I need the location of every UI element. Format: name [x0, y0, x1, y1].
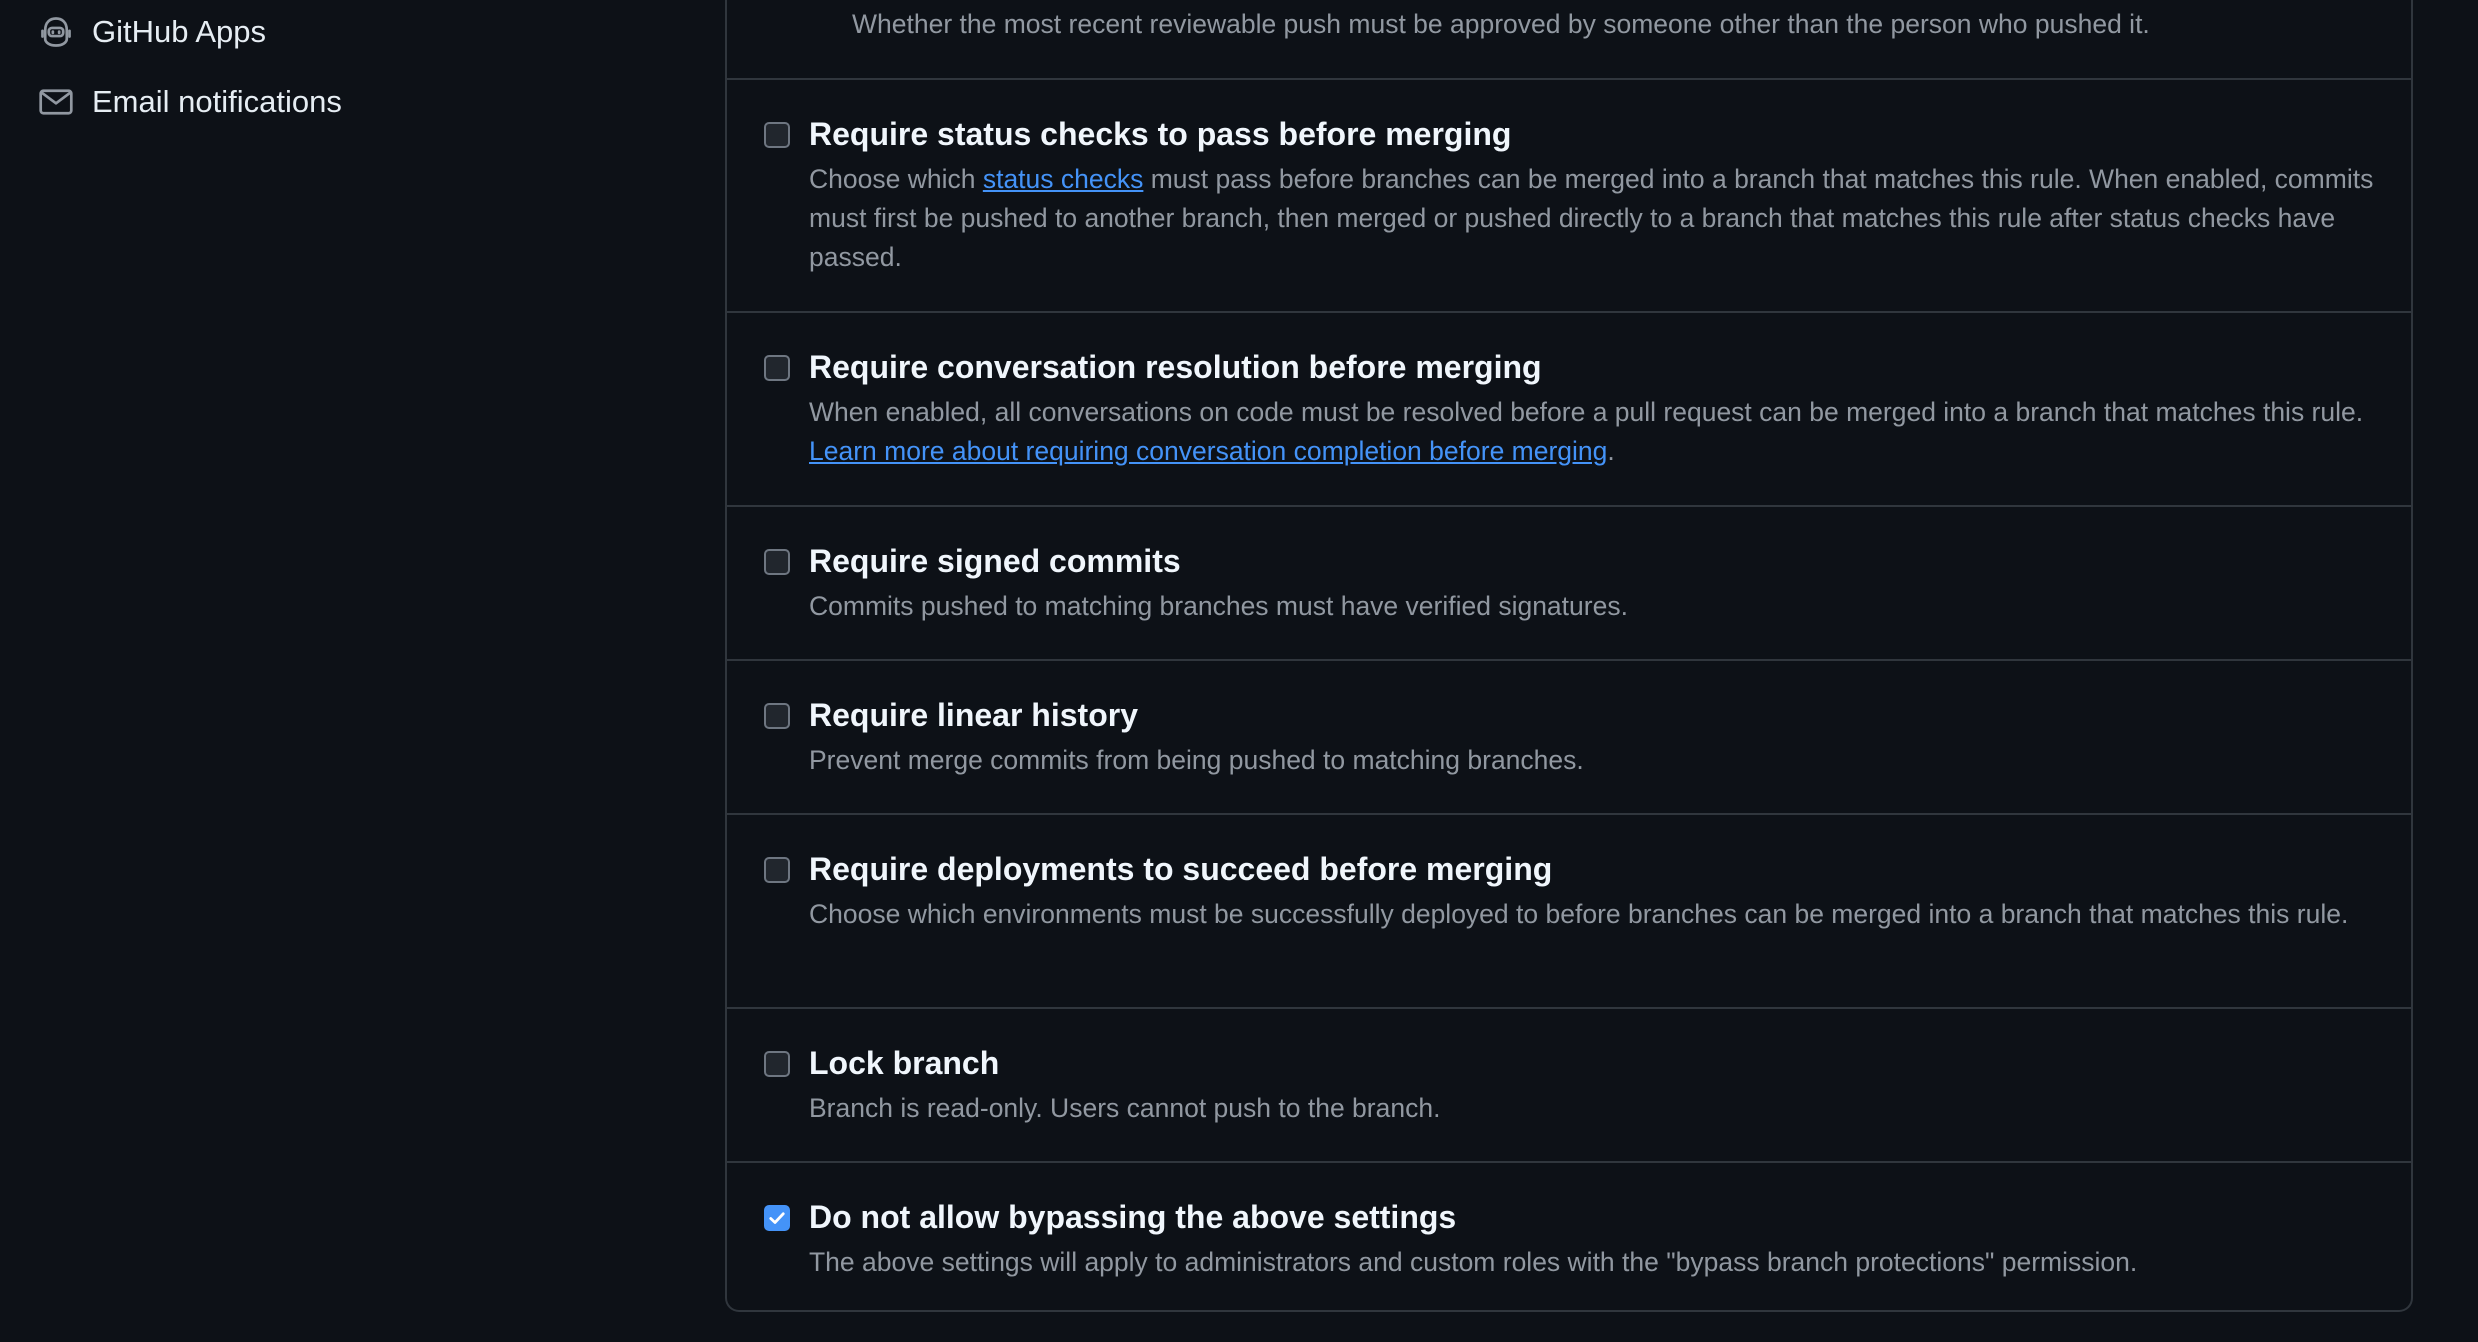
desc-text: Choose which	[809, 164, 983, 194]
rule-row-conversation-resolution: Require conversation resolution before m…	[727, 311, 2411, 505]
rule-row-last-push-approval: Whether the most recent reviewable push …	[727, 0, 2411, 78]
rule-row-signed-commits: Require signed commits Commits pushed to…	[727, 505, 2411, 659]
signed-commits-checkbox[interactable]	[764, 549, 790, 575]
lock-branch-checkbox[interactable]	[764, 1051, 790, 1077]
rule-description: The above settings will apply to adminis…	[809, 1247, 2138, 1277]
linear-history-checkbox[interactable]	[764, 703, 790, 729]
status-checks-checkbox[interactable]	[764, 122, 790, 148]
status-checks-link[interactable]: status checks	[983, 164, 1144, 194]
sidebar-item-github-apps[interactable]: GitHub Apps	[36, 2, 266, 62]
rule-title: Require deployments to succeed before me…	[809, 851, 1553, 887]
rule-description: Commits pushed to matching branches must…	[809, 591, 1628, 621]
mail-icon	[36, 82, 76, 122]
robot-icon	[36, 12, 76, 52]
rule-title: Require signed commits	[809, 543, 1181, 579]
rule-description: Branch is read-only. Users cannot push t…	[809, 1093, 1441, 1123]
desc-text: .	[1607, 436, 1615, 466]
rule-row-lock-branch: Lock branch Branch is read-only. Users c…	[727, 1007, 2411, 1161]
rule-description: When enabled, all conversations on code …	[809, 393, 2379, 471]
conversation-resolution-checkbox[interactable]	[764, 355, 790, 381]
deployments-checkbox[interactable]	[764, 857, 790, 883]
branch-protection-rules-panel: Whether the most recent reviewable push …	[725, 0, 2413, 1312]
rule-title: Require linear history	[809, 697, 1138, 733]
rule-description: Whether the most recent reviewable push …	[852, 9, 2150, 39]
rule-title: Do not allow bypassing the above setting…	[809, 1199, 1457, 1235]
no-bypass-checkbox[interactable]	[764, 1205, 790, 1231]
rule-row-deployments: Require deployments to succeed before me…	[727, 813, 2411, 1007]
sidebar-item-label: GitHub Apps	[92, 14, 267, 49]
sidebar-item-email-notifications[interactable]: Email notifications	[36, 72, 342, 132]
checkmark-icon	[769, 1212, 785, 1224]
rule-title: Lock branch	[809, 1045, 1000, 1081]
rule-title: Require conversation resolution before m…	[809, 349, 1542, 385]
rule-row-status-checks: Require status checks to pass before mer…	[727, 78, 2411, 311]
rule-description: Prevent merge commits from being pushed …	[809, 745, 1584, 775]
desc-text: When enabled, all conversations on code …	[809, 397, 2364, 427]
learn-more-conversation-link[interactable]: Learn more about requiring conversation …	[809, 436, 1607, 466]
rule-title: Require status checks to pass before mer…	[809, 116, 1512, 152]
sidebar-item-label: Email notifications	[92, 84, 342, 119]
rule-row-linear-history: Require linear history Prevent merge com…	[727, 659, 2411, 813]
settings-sidebar: GitHub Apps Email notifications	[0, 0, 700, 1342]
rule-row-no-bypass: Do not allow bypassing the above setting…	[727, 1161, 2411, 1310]
rule-description: Choose which environments must be succes…	[809, 899, 2349, 929]
rule-description: Choose which status checks must pass bef…	[809, 160, 2379, 277]
